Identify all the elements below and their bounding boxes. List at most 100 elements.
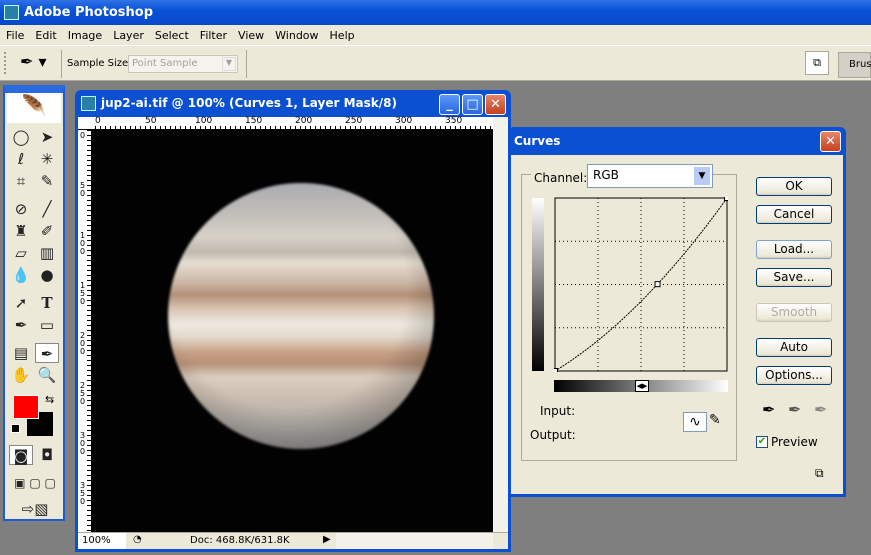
screen-mode-icons[interactable]: ▣ ▢ ▢ — [9, 473, 61, 493]
ruler-tick-label: 0 — [80, 131, 86, 140]
brush-tool-icon[interactable]: ╱ — [35, 199, 59, 219]
preview-checkbox[interactable]: ✔ — [756, 436, 768, 448]
healing-brush-tool-icon[interactable]: ⊘ — [9, 199, 33, 219]
sample-size-select[interactable]: Point Sample ▼ — [128, 55, 238, 73]
black-eyedropper-icon[interactable]: ✒ — [762, 400, 775, 419]
save-button[interactable]: Save... — [756, 268, 832, 287]
ruler-tick-label: 0 — [95, 116, 101, 126]
pencil-tool-icon[interactable]: ✎ — [709, 412, 721, 428]
menu-window[interactable]: Window — [275, 29, 318, 42]
pen-tool-icon[interactable]: ✒ — [9, 315, 33, 335]
status-bar: 100% ◔ Doc: 468.8K/631.8K ▶ — [78, 532, 508, 549]
jump-to-imageready-icon[interactable]: ⇨▧ — [9, 499, 61, 519]
feather-logo-icon[interactable]: 🪶 — [7, 93, 61, 123]
eyedropper-tool-icon[interactable]: ✒ — [35, 343, 59, 363]
palette-well-icon[interactable]: ⧉ — [805, 51, 829, 75]
ruler-tick-label: 350 — [80, 481, 86, 506]
quick-mask-mode-icon[interactable]: ◘ — [35, 445, 59, 465]
maximize-button[interactable]: □ — [462, 94, 483, 115]
marquee-tool-icon[interactable]: ◯ — [9, 127, 33, 147]
ok-button[interactable]: OK — [756, 177, 832, 196]
foreground-color-swatch[interactable] — [13, 395, 39, 419]
gradient-tool-icon[interactable]: ▥ — [35, 243, 59, 263]
ruler-tick-label: 50 — [80, 181, 86, 198]
shape-tool-icon[interactable]: ▭ — [35, 315, 59, 335]
standard-mode-icon[interactable]: ◙ — [9, 445, 33, 465]
menu-filter[interactable]: Filter — [200, 29, 227, 42]
curves-close-button[interactable]: ✕ — [820, 131, 841, 152]
horizontal-scrollbar[interactable] — [336, 533, 493, 549]
white-eyedropper-icon[interactable]: ✒ — [814, 400, 827, 419]
lasso-tool-icon[interactable]: ℓ — [9, 149, 33, 169]
notes-tool-icon[interactable]: ▤ — [9, 343, 33, 363]
menu-image[interactable]: Image — [68, 29, 102, 42]
cancel-button[interactable]: Cancel — [756, 205, 832, 224]
app-title: Adobe Photoshop — [24, 5, 154, 20]
input-label: Input: — [540, 404, 576, 418]
dodge-tool-icon[interactable]: ● — [35, 265, 59, 285]
jupiter-image — [168, 183, 434, 449]
zoom-level-field[interactable]: 100% — [78, 533, 126, 549]
swap-colors-icon[interactable]: ⇆ — [45, 393, 54, 406]
ruler-tick-label: 200 — [295, 116, 313, 126]
expand-dialog-icon[interactable]: ⧉ — [815, 466, 824, 481]
channel-select[interactable]: RGB ▼ — [587, 164, 713, 188]
document-title: jup2-ai.tif @ 100% (Curves 1, Layer Mask… — [101, 96, 397, 110]
clone-stamp-tool-icon[interactable]: ♜ — [9, 221, 33, 241]
menu-view[interactable]: View — [238, 29, 264, 42]
default-colors-icon[interactable] — [11, 424, 20, 433]
channel-label: Channel: — [531, 171, 591, 185]
image-canvas[interactable] — [92, 130, 493, 532]
path-selection-tool-icon[interactable]: ➚ — [9, 293, 33, 313]
status-arrow-icon[interactable]: ▶ — [323, 534, 331, 545]
history-brush-tool-icon[interactable]: ✐ — [35, 221, 59, 241]
menu-layer[interactable]: Layer — [113, 29, 144, 42]
curve-tool-icon[interactable]: ∿ — [683, 412, 707, 432]
app-title-bar: Adobe Photoshop — [0, 0, 871, 25]
crop-tool-icon[interactable]: ⌗ — [9, 171, 33, 191]
channel-value: RGB — [593, 168, 619, 182]
close-button[interactable]: ✕ — [485, 94, 506, 115]
hand-tool-icon[interactable]: ✋ — [9, 365, 33, 385]
status-menu-icon[interactable]: ◔ — [133, 534, 142, 545]
menu-select[interactable]: Select — [155, 29, 189, 42]
options-button[interactable]: Options... — [756, 366, 832, 385]
auto-button[interactable]: Auto — [756, 338, 832, 357]
document-icon — [81, 96, 96, 111]
eraser-tool-icon[interactable]: ▱ — [9, 243, 33, 263]
document-window: jup2-ai.tif @ 100% (Curves 1, Layer Mask… — [75, 90, 511, 552]
brushes-palette-tab[interactable]: Brus — [838, 52, 871, 78]
ruler-tick-label: 150 — [245, 116, 263, 126]
minimize-button[interactable]: _ — [439, 94, 460, 115]
options-grip[interactable] — [4, 52, 6, 74]
ruler-tick-label: 100 — [195, 116, 213, 126]
separator — [61, 50, 62, 78]
eyedropper-tool-preset-icon[interactable]: ✒ ▾ — [20, 52, 47, 71]
smooth-button: Smooth — [756, 303, 832, 322]
load-button[interactable]: Load... — [756, 240, 832, 259]
type-tool-icon[interactable]: T — [35, 293, 59, 313]
magic-wand-tool-icon[interactable]: ✳ — [35, 149, 59, 169]
ruler-tick-label: 100 — [80, 231, 86, 256]
blur-tool-icon[interactable]: 💧 — [9, 265, 33, 285]
menu-help[interactable]: Help — [330, 29, 355, 42]
move-tool-icon[interactable]: ➤ — [35, 127, 59, 147]
ruler-horizontal: 0 50 100 150 200 250 300 350 — [78, 116, 493, 130]
zoom-tool-icon[interactable]: 🔍 — [35, 365, 59, 385]
ruler-tick-label: 200 — [80, 331, 86, 356]
curves-dialog: Curves ✕ Channel: RGB ▼ ◀▶ Input: Output:… — [508, 127, 846, 497]
curve-graph[interactable] — [554, 197, 728, 372]
options-bar: ✒ ▾ Sample Size: Point Sample ▼ ⧉ Brus — [0, 45, 871, 81]
toolbox: 🪶 ◯ ➤ ℓ ✳ ⌗ ✎ ⊘ ╱ ♜ ✐ ▱ ▥ 💧 ● ➚ T ✒ ▭ ▤ … — [3, 85, 65, 521]
vertical-scrollbar[interactable] — [493, 117, 508, 532]
ruler-tick-label: 300 — [80, 431, 86, 456]
gray-eyedropper-icon[interactable]: ✒ — [788, 400, 801, 419]
graph-frame — [554, 197, 728, 372]
ruler-tick-label: 150 — [80, 281, 86, 306]
sample-size-value: Point Sample — [132, 58, 198, 69]
slice-tool-icon[interactable]: ✎ — [35, 171, 59, 191]
gradient-toggle-icon[interactable]: ◀▶ — [635, 380, 649, 392]
menu-edit[interactable]: Edit — [35, 29, 56, 42]
menu-file[interactable]: File — [6, 29, 24, 42]
chevron-down-icon: ▼ — [222, 57, 236, 71]
